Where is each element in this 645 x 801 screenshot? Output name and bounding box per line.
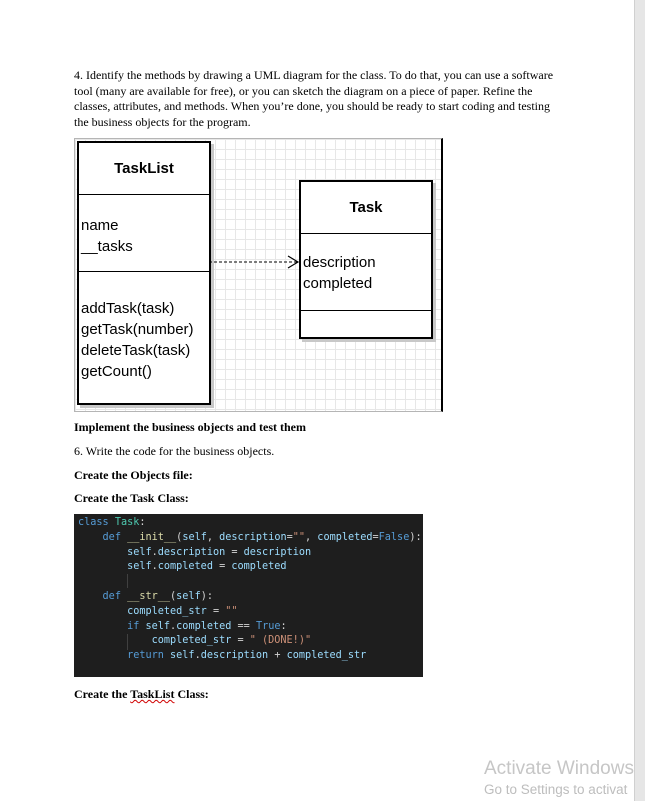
code-line: class Task: [78, 517, 146, 528]
code-line: def __str__(self): [102, 590, 213, 602]
code-line: self.description = description [78, 546, 312, 558]
activate-windows-title: Activate Windows [484, 758, 634, 779]
dependency-arrow [209, 255, 300, 269]
heading-tasklist-prefix: Create the [74, 687, 131, 701]
heading-tasklist-class: Create the TaskList Class: [74, 687, 209, 702]
heading-tasklist-suffix: Class: [174, 687, 209, 701]
heading-implement: Implement the business objects and test … [74, 420, 306, 434]
code-line: def __init__(self, description="", compl… [102, 531, 422, 543]
step-4-paragraph: 4. Identify the methods by drawing a UML… [74, 68, 554, 129]
code-block-task-class: class Task: def __init__(self, descripti… [74, 514, 423, 677]
activate-windows-subtitle: Go to Settings to activat [484, 782, 628, 797]
indent-guide [127, 574, 128, 588]
heading-objects-file: Create the Objects file: [74, 468, 193, 482]
step-6-text: 6. Write the code for the business objec… [74, 444, 275, 458]
uml-diagram: TaskList name __tasks addTask(task) getT… [74, 138, 443, 412]
vertical-scrollbar[interactable] [635, 0, 645, 801]
heading-task-class: Create the Task Class: [74, 491, 189, 505]
indent-guide [127, 634, 128, 650]
heading-tasklist-word: TaskList [130, 687, 175, 701]
code-line: self.completed = completed [78, 561, 287, 573]
code-line: completed_str = "" [78, 605, 238, 617]
code-line: return self.description + completed_str [127, 650, 367, 662]
code-line: if self.completed == True: [127, 620, 287, 632]
